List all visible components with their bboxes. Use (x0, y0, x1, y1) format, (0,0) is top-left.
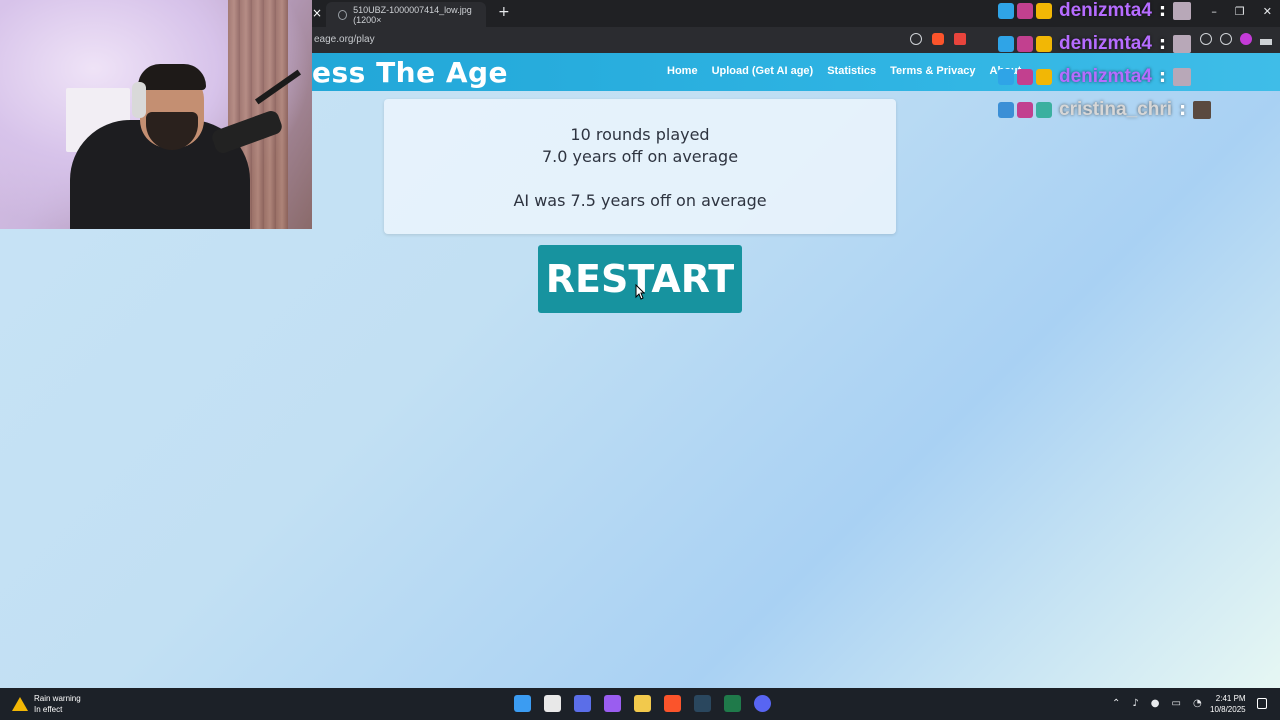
chevron-up-icon[interactable]: ⌃ (1112, 698, 1120, 709)
task-view-icon[interactable] (544, 695, 561, 712)
copilot-icon[interactable] (604, 695, 621, 712)
nav-statistics[interactable]: Statistics (827, 65, 876, 77)
crown-badge-icon (1036, 68, 1052, 85)
start-icon[interactable] (514, 695, 531, 712)
brave-shield-icon[interactable] (932, 33, 944, 45)
chat-username: cristina_chri (1059, 98, 1172, 120)
ai-average: AI was 7.5 years off on average (513, 191, 767, 210)
weather-subtitle: In effect (34, 705, 63, 714)
system-tray: ⌃ ♪ ● ▭ ◔ (1112, 698, 1202, 709)
taskbar-apps (514, 695, 771, 712)
chat-separator: : (1158, 66, 1167, 87)
address-bar-icons (910, 33, 966, 45)
mouse-cursor-icon (635, 284, 645, 300)
brave-browser-icon[interactable] (664, 695, 681, 712)
emote-icon (1173, 67, 1192, 86)
warning-icon (12, 697, 28, 711)
subscriber-badge-icon (1017, 2, 1033, 19)
brave-rewards-icon[interactable] (954, 33, 966, 45)
cube-badge-icon (998, 2, 1014, 19)
browser-tab[interactable]: 510UBZ-1000007414_low.jpg (1200× (326, 2, 486, 27)
site-logo[interactable]: ess The Age (312, 56, 508, 89)
restart-button[interactable]: RESTART (538, 245, 742, 313)
weather-title: Rain warning (34, 694, 81, 703)
speaker-icon[interactable]: ♪ (1132, 698, 1138, 709)
globe-icon (338, 9, 348, 20)
cube-badge-icon (998, 68, 1014, 85)
crown-badge-icon (1036, 35, 1052, 52)
chat-separator: : (1158, 33, 1167, 54)
chat-separator: : (1158, 0, 1167, 21)
file-explorer-icon[interactable] (634, 695, 651, 712)
webcam-overlay (0, 0, 312, 229)
headset-icon (132, 82, 146, 118)
crown-badge-icon (1036, 2, 1052, 19)
steam-icon[interactable] (694, 695, 711, 712)
clock-time: 2:41 PM (1215, 694, 1246, 703)
excel-icon[interactable] (724, 695, 741, 712)
weather-widget[interactable]: Rain warning In effect (12, 693, 81, 715)
chat-username: denizmta4 (1059, 0, 1152, 21)
player-average: 7.0 years off on average (541, 147, 739, 166)
zoom-icon[interactable] (910, 33, 922, 45)
emote-icon (1173, 34, 1192, 53)
emote-icon (1173, 1, 1192, 20)
subscriber-badge-icon (1017, 35, 1033, 52)
results-card: 10 rounds played 7.0 years off on averag… (384, 99, 896, 234)
tab-close-icon[interactable]: × (312, 6, 322, 20)
new-tab-button[interactable]: + (498, 4, 510, 20)
chat-username: denizmta4 (1059, 32, 1152, 54)
display-icon[interactable]: ▭ (1172, 698, 1181, 709)
microsoft-365-icon[interactable] (574, 695, 591, 712)
emote-icon (1193, 100, 1212, 119)
clock-date: 10/8/2025 (1210, 705, 1246, 714)
chat-separator: : (1179, 99, 1187, 120)
discord-icon[interactable] (754, 695, 771, 712)
tab-title: 510UBZ-1000007414_low.jpg (1200× (353, 4, 472, 25)
chat-message: cristina_chri : (998, 93, 1280, 126)
nav-home[interactable]: Home (667, 65, 698, 77)
rounds-played: 10 rounds played (570, 125, 710, 144)
windows-taskbar: Rain warning In effect ⌃ ♪ ● ▭ ◔ 2:41 PM… (0, 688, 1280, 720)
nav-terms[interactable]: Terms & Privacy (890, 65, 975, 77)
notification-icon[interactable] (1257, 698, 1267, 709)
subscriber-badge-icon (1017, 68, 1033, 85)
subscriber-badge-icon (1017, 101, 1033, 118)
chat-message: denizmta4 : (998, 0, 1280, 27)
url-text[interactable]: eage.org/play (314, 34, 375, 45)
moderator-badge-icon (998, 101, 1014, 118)
gift-badge-icon (1036, 101, 1052, 118)
chat-overlay: denizmta4 : denizmta4 : denizmta4 : cris… (998, 0, 1280, 126)
chat-message: denizmta4 : (998, 60, 1280, 93)
site-nav: Home Upload (Get AI age) Statistics Term… (667, 65, 1021, 77)
streamer-hair (138, 64, 206, 90)
microphone-tray-icon[interactable]: ● (1151, 698, 1160, 709)
chat-message: denizmta4 : (998, 27, 1280, 60)
clock[interactable]: 2:41 PM 10/8/2025 (1210, 693, 1246, 715)
chat-username: denizmta4 (1059, 65, 1152, 87)
cube-badge-icon (998, 35, 1014, 52)
volume-icon[interactable]: ◔ (1193, 698, 1202, 709)
nav-upload[interactable]: Upload (Get AI age) (712, 65, 814, 77)
